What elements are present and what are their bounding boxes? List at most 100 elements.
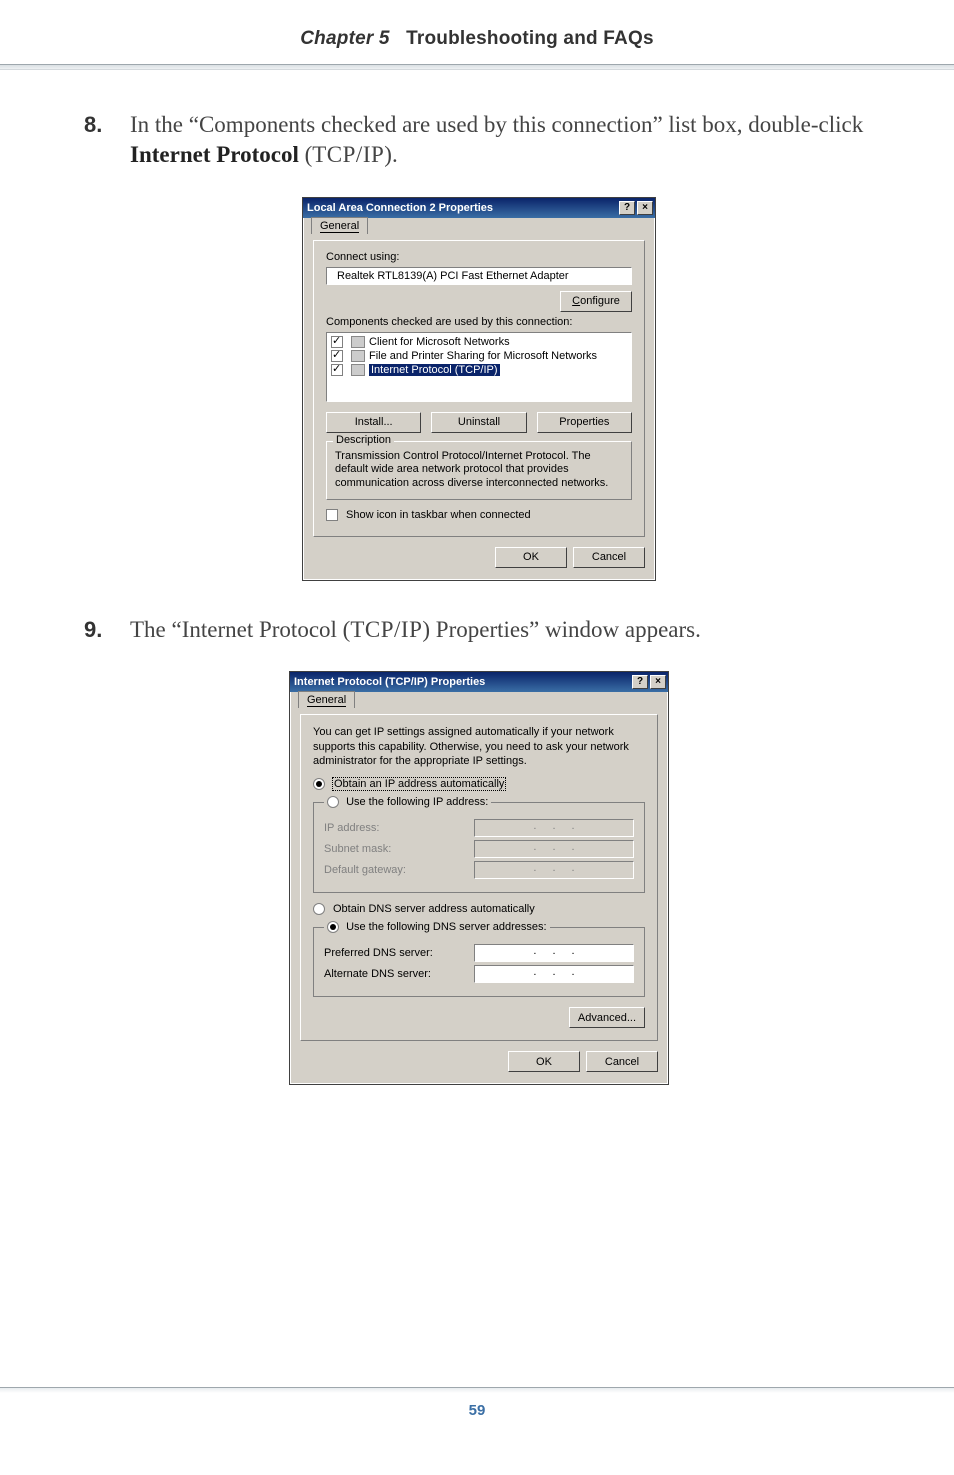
step-8: 8. In the “Components checked are used b… xyxy=(84,110,874,171)
alternate-dns-field[interactable]: ... xyxy=(474,965,634,983)
general-tab[interactable]: General xyxy=(311,217,368,234)
obtain-ip-auto-radio[interactable] xyxy=(313,778,325,790)
help-button[interactable]: ? xyxy=(619,201,635,215)
use-following-dns-legend[interactable]: Use the following DNS server addresses: xyxy=(324,921,550,933)
properties-button[interactable]: Properties xyxy=(537,412,632,433)
page-content: 8. In the “Components checked are used b… xyxy=(84,110,874,1119)
component-icon xyxy=(351,364,365,376)
components-label: Components checked are used by this conn… xyxy=(326,316,632,328)
dlg1-panel: Connect using: Realtek RTL8139(A) PCI Fa… xyxy=(313,240,645,537)
obtain-dns-auto-row[interactable]: Obtain DNS server address automatically xyxy=(313,903,645,915)
static-dns-group: Use the following DNS server addresses: … xyxy=(313,921,645,997)
obtain-dns-auto-radio[interactable] xyxy=(313,903,325,915)
dlg2-title: Internet Protocol (TCP/IP) Properties xyxy=(294,676,485,688)
page-header: Chapter 5 Troubleshooting and FAQs xyxy=(0,28,954,70)
use-following-ip-legend[interactable]: Use the following IP address: xyxy=(324,796,491,808)
obtain-ip-auto-row[interactable]: Obtain an IP address automatically xyxy=(313,778,645,790)
step-9-text: The “Internet Protocol (TCP/IP) Properti… xyxy=(130,615,701,645)
dlg2-titlebar: Internet Protocol (TCP/IP) Properties ? … xyxy=(290,672,668,692)
general-tab[interactable]: General xyxy=(298,691,355,708)
cancel-label: Cancel xyxy=(592,551,626,563)
subnet-mask-field: ... xyxy=(474,840,634,858)
configure-button[interactable]: Configure xyxy=(560,291,632,312)
dlg1-tab-label: General xyxy=(320,220,359,233)
component-icon xyxy=(351,350,365,362)
use-following-dns-label: Use the following DNS server addresses: xyxy=(346,921,547,933)
screenshot-1-wrap: Local Area Connection 2 Properties ? × G… xyxy=(84,197,874,581)
help-button[interactable]: ? xyxy=(632,675,648,689)
tcpip-properties-dialog: Internet Protocol (TCP/IP) Properties ? … xyxy=(289,671,669,1085)
obtain-dns-auto-label: Obtain DNS server address automatically xyxy=(333,903,535,915)
adapter-field: Realtek RTL8139(A) PCI Fast Ethernet Ada… xyxy=(326,267,632,285)
list-item[interactable]: Client for Microsoft Networks xyxy=(331,335,627,349)
uninstall-label: Uninstall xyxy=(458,416,500,428)
properties-label: Properties xyxy=(559,416,609,428)
step-8-pre: In the “Components checked are used by t… xyxy=(130,112,863,137)
screenshot-2-wrap: Internet Protocol (TCP/IP) Properties ? … xyxy=(84,671,874,1085)
header-rule xyxy=(0,64,954,70)
ok-button[interactable]: OK xyxy=(508,1051,580,1072)
install-label: Install... xyxy=(355,416,393,428)
step-8-close: ). xyxy=(384,142,397,167)
preferred-dns-label: Preferred DNS server: xyxy=(324,947,474,959)
list-item[interactable]: File and Printer Sharing for Microsoft N… xyxy=(331,349,627,363)
dlg1-body: General Connect using: Realtek RTL8139(A… xyxy=(303,218,655,580)
static-ip-group: Use the following IP address: IP address… xyxy=(313,796,645,893)
use-following-dns-radio[interactable] xyxy=(327,921,339,933)
step-9-sc: TCP/IP xyxy=(350,617,422,642)
show-icon-checkbox[interactable] xyxy=(326,509,338,521)
description-group: Description Transmission Control Protoco… xyxy=(326,441,632,500)
list-item-label-selected: Internet Protocol (TCP/IP) xyxy=(369,364,500,376)
dlg1-footer: OK Cancel xyxy=(313,547,645,568)
footer-rule xyxy=(0,1387,954,1393)
show-icon-row[interactable]: Show icon in taskbar when connected xyxy=(326,509,632,521)
use-following-ip-radio[interactable] xyxy=(327,796,339,808)
show-icon-label: Show icon in taskbar when connected xyxy=(346,509,531,521)
step-8-bold: Internet Protocol xyxy=(130,142,299,167)
component-buttons-row: Install... Uninstall Properties xyxy=(326,412,632,433)
dlg2-panel: You can get IP settings assigned automat… xyxy=(300,714,658,1041)
cancel-button[interactable]: Cancel xyxy=(573,547,645,568)
step-8-post: ( xyxy=(299,142,312,167)
uninstall-button[interactable]: Uninstall xyxy=(431,412,526,433)
default-gateway-label: Default gateway: xyxy=(324,864,474,876)
subnet-mask-label: Subnet mask: xyxy=(324,843,474,855)
step-8-number: 8. xyxy=(84,110,112,139)
description-heading: Description xyxy=(333,434,394,446)
checkbox-icon[interactable] xyxy=(331,364,343,376)
cancel-label: Cancel xyxy=(605,1056,639,1068)
advanced-label: Advanced... xyxy=(578,1012,636,1024)
configure-label: onfigure xyxy=(580,295,620,307)
ok-label: OK xyxy=(523,551,539,563)
close-button[interactable]: × xyxy=(650,675,666,689)
step-8-sc: TCP/IP xyxy=(312,142,384,167)
component-icon xyxy=(351,336,365,348)
components-list[interactable]: Client for Microsoft Networks File and P… xyxy=(326,332,632,402)
page-number: 59 xyxy=(0,1402,954,1419)
step-8-text: In the “Components checked are used by t… xyxy=(130,110,874,171)
checkbox-icon[interactable] xyxy=(331,336,343,348)
install-button[interactable]: Install... xyxy=(326,412,421,433)
checkbox-icon[interactable] xyxy=(331,350,343,362)
step-9-b: ) Properties” window appears. xyxy=(422,617,700,642)
close-button[interactable]: × xyxy=(637,201,653,215)
dlg1-title: Local Area Connection 2 Properties xyxy=(307,202,493,214)
ok-button[interactable]: OK xyxy=(495,547,567,568)
list-item[interactable]: Internet Protocol (TCP/IP) xyxy=(331,363,627,377)
ok-label: OK xyxy=(536,1056,552,1068)
preferred-dns-field[interactable]: ... xyxy=(474,944,634,962)
alternate-dns-label: Alternate DNS server: xyxy=(324,968,474,980)
list-item-label: File and Printer Sharing for Microsoft N… xyxy=(369,350,597,362)
chapter-name: Troubleshooting and FAQs xyxy=(406,28,654,49)
advanced-button[interactable]: Advanced... xyxy=(569,1007,645,1028)
dlg2-body: General You can get IP settings assigned… xyxy=(290,692,668,1084)
dlg1-titlebar: Local Area Connection 2 Properties ? × xyxy=(303,198,655,218)
ip-address-field: ... xyxy=(474,819,634,837)
chapter-title: Chapter 5 Troubleshooting and FAQs xyxy=(0,28,954,50)
dlg2-tab-label: General xyxy=(307,694,346,707)
step-9: 9. The “Internet Protocol (TCP/IP) Prope… xyxy=(84,615,874,645)
cancel-button[interactable]: Cancel xyxy=(586,1051,658,1072)
dlg2-footer: OK Cancel xyxy=(300,1051,658,1072)
description-text: Transmission Control Protocol/Internet P… xyxy=(335,450,623,491)
chapter-number: Chapter 5 xyxy=(300,28,389,49)
